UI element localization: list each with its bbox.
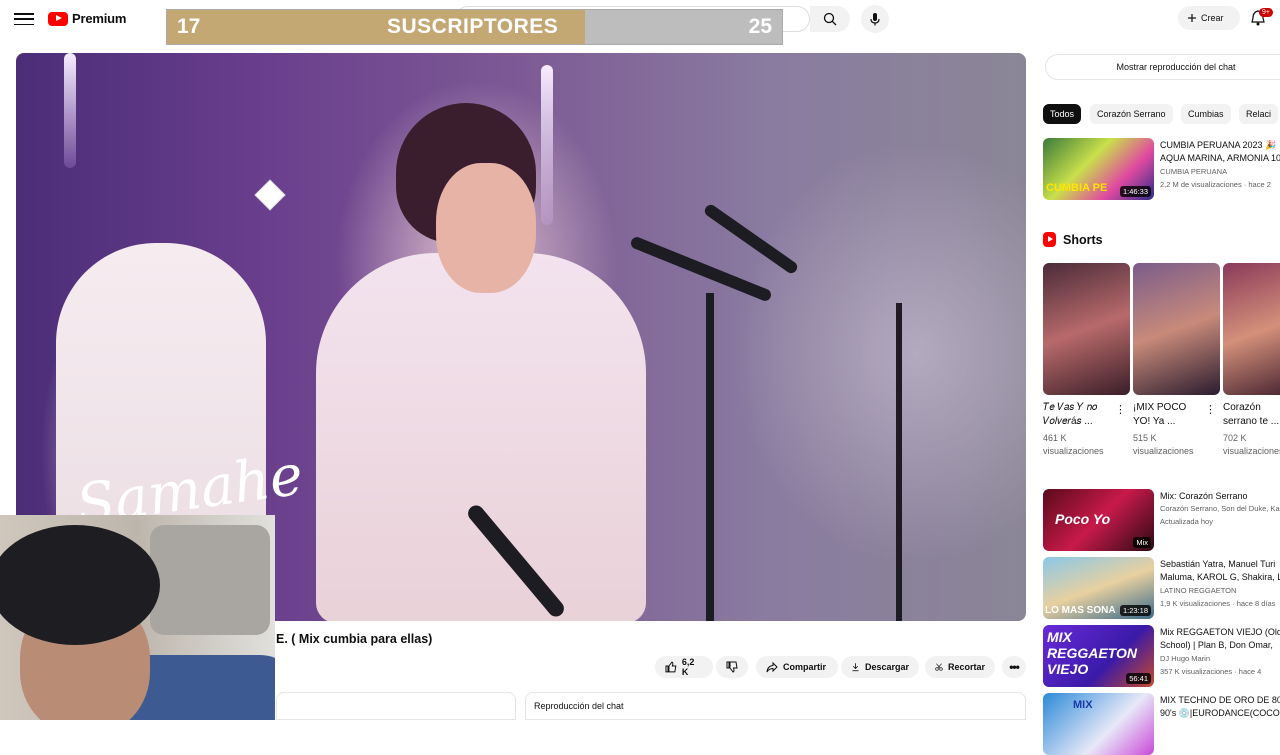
- short-title[interactable]: 𝑇𝑒 𝑉𝑎𝑠 𝑌 𝑛𝑜 𝑉𝑜𝑙𝑣𝑒𝑟á𝑠 ...: [1043, 401, 1121, 429]
- short-title[interactable]: Corazón serrano te ...: [1223, 401, 1280, 429]
- channel-name[interactable]: DJ Hugo Marin: [1160, 654, 1210, 663]
- thumbnail-text: MIX: [1073, 699, 1093, 711]
- search-button[interactable]: [810, 6, 850, 32]
- thumbnail-text: Poco Yo: [1055, 511, 1111, 527]
- short-views: 702 K visualizaciones: [1223, 433, 1280, 456]
- logo-text: Premium: [72, 11, 127, 26]
- thumbnail-text: CUMBIA PE: [1046, 182, 1108, 194]
- video-title[interactable]: MIX TECHNO DE ORO DE 80's 90's 💿|EURODAN…: [1160, 694, 1280, 720]
- chat-replay-panel[interactable]: Reproducción del chat: [525, 692, 1026, 720]
- clip-button[interactable]: Recortar: [925, 656, 995, 678]
- video-thumbnail[interactable]: CUMBIA PE 1:46:33: [1043, 138, 1154, 200]
- video-thumbnail[interactable]: LO MAS SONA 1:23:18: [1043, 557, 1154, 619]
- dislike-button[interactable]: [716, 656, 748, 678]
- mic-stand: [896, 303, 902, 621]
- video-title[interactable]: Mix: Corazón Serrano: [1160, 490, 1280, 503]
- short-title[interactable]: ¡MIX POCO YO! Ya ...: [1133, 401, 1211, 429]
- description-panel[interactable]: [276, 692, 516, 720]
- subscriber-goal-overlay: 17 SUSCRIPTORES 25: [166, 9, 783, 45]
- shorts-icon: [1043, 232, 1056, 247]
- shorts-heading-label: Shorts: [1063, 232, 1103, 247]
- webcam-chair: [150, 525, 270, 635]
- video-meta: 2,2 M de visualizaciones · hace 2: [1160, 180, 1271, 189]
- video-thumbnail[interactable]: Poco Yo Mix: [1043, 489, 1154, 551]
- mic-stand: [706, 293, 714, 621]
- more-actions-button[interactable]: •••: [1002, 656, 1026, 678]
- youtube-play-icon: [48, 11, 68, 26]
- channel-name[interactable]: LATINO REGGAETON: [1160, 586, 1236, 595]
- short-thumbnail[interactable]: [1223, 263, 1280, 395]
- video-title[interactable]: CUMBIA PERUANA 2023 🎉 AQUA MARINA, ARMON…: [1160, 139, 1280, 165]
- video-meta: Actualizada hoy: [1160, 517, 1213, 526]
- show-chat-replay-button[interactable]: Mostrar reproducción del chat: [1045, 54, 1280, 80]
- notification-count-badge: 9+: [1259, 8, 1273, 17]
- short-item[interactable]: Corazón serrano te ... 702 K visualizaci…: [1223, 263, 1280, 458]
- video-duration: 56:41: [1126, 673, 1151, 684]
- video-thumbnail[interactable]: MIX REGGAETON VIEJO 56:41: [1043, 625, 1154, 687]
- short-views: 461 K visualizaciones: [1043, 433, 1104, 456]
- shorts-heading: Shorts: [1043, 232, 1103, 247]
- clip-label: Recortar: [947, 662, 985, 672]
- subscriber-goal-target: 25: [748, 15, 772, 38]
- chat-replay-label: Reproducción del chat: [534, 701, 624, 711]
- channel-name[interactable]: CUMBIA PERUANA: [1160, 167, 1227, 176]
- video-duration: 1:46:33: [1119, 186, 1151, 197]
- video-thumbnail[interactable]: MIX: [1043, 693, 1154, 755]
- thumbs-down-icon: [726, 661, 738, 673]
- thumbnail-text: MIX REGGAETON VIEJO: [1047, 629, 1137, 677]
- share-label: Compartir: [783, 662, 827, 672]
- recommended-video[interactable]: LO MAS SONA 1:23:18 Sebastián Yatra, Man…: [1043, 557, 1280, 619]
- video-meta: 357 K visualizaciones · hace 4: [1160, 667, 1262, 676]
- chip-related[interactable]: Relaci: [1239, 104, 1279, 124]
- channel-name[interactable]: Corazón Serrano, Son del Duke, Ka: [1160, 504, 1280, 513]
- download-label: Descargar: [864, 662, 909, 672]
- thumbnail-text: LO MAS SONA: [1045, 605, 1116, 616]
- short-more-icon[interactable]: ⋮: [1205, 403, 1216, 416]
- plus-icon: [1188, 14, 1196, 22]
- menu-icon[interactable]: [14, 10, 34, 28]
- create-button[interactable]: Crear: [1178, 6, 1240, 30]
- chip-corazon-serrano[interactable]: Corazón Serrano: [1090, 104, 1173, 124]
- subscriber-current-count: 17: [177, 15, 201, 38]
- create-label: Crear: [1201, 13, 1224, 23]
- short-item[interactable]: ¡MIX POCO YO! Ya ... 515 K visualizacion…: [1133, 263, 1220, 458]
- singer-face: [436, 163, 536, 293]
- subscriber-goal-label: SUSCRIPTORES: [387, 15, 559, 38]
- mix-badge: Mix: [1133, 537, 1151, 548]
- voice-search-button[interactable]: [861, 5, 889, 33]
- video-title[interactable]: Sebastián Yatra, Manuel Turi Maluma, KAR…: [1160, 558, 1280, 584]
- share-icon: [766, 661, 778, 673]
- download-button[interactable]: Descargar: [841, 656, 919, 678]
- short-views: 515 K visualizaciones: [1133, 433, 1194, 456]
- short-thumbnail[interactable]: [1043, 263, 1130, 395]
- scissors-icon: [935, 663, 943, 671]
- share-button[interactable]: Compartir: [756, 656, 838, 678]
- video-meta: 1,9 K visualizaciones · hace 8 días: [1160, 599, 1276, 608]
- video-title[interactable]: Mix REGGAETON VIEJO (Old School) | Plan …: [1160, 626, 1280, 652]
- video-duration: 1:23:18: [1119, 605, 1151, 616]
- short-item[interactable]: 𝑇𝑒 𝑉𝑎𝑠 𝑌 𝑛𝑜 𝑉𝑜𝑙𝑣𝑒𝑟á𝑠 ... 461 K visualiza…: [1043, 263, 1130, 458]
- recommended-mix[interactable]: Poco Yo Mix Mix: Corazón Serrano Corazón…: [1043, 489, 1280, 551]
- like-button[interactable]: 6,2 K: [655, 656, 713, 678]
- chip-all[interactable]: Todos: [1043, 104, 1082, 124]
- microphone-icon: [870, 13, 880, 26]
- microphone: [702, 202, 800, 276]
- search-icon: [823, 12, 837, 26]
- chip-cumbias[interactable]: Cumbias: [1181, 104, 1231, 124]
- stage-light: [541, 65, 553, 225]
- recommended-video[interactable]: CUMBIA PE 1:46:33 CUMBIA PERUANA 2023 🎉 …: [1043, 138, 1280, 200]
- stage-light: [64, 53, 76, 168]
- recommended-video[interactable]: MIX REGGAETON VIEJO 56:41 Mix REGGAETON …: [1043, 625, 1280, 687]
- youtube-premium-logo[interactable]: Premium: [48, 11, 126, 26]
- recommended-video[interactable]: MIX MIX TECHNO DE ORO DE 80's 90's 💿|EUR…: [1043, 693, 1280, 755]
- singer-center: [316, 253, 646, 621]
- thumbs-up-icon: [665, 661, 677, 673]
- more-icon: •••: [1009, 660, 1020, 674]
- short-thumbnail[interactable]: [1133, 263, 1220, 395]
- webcam-overlay: [0, 515, 275, 720]
- download-icon: [852, 663, 859, 672]
- video-title: E. ( Mix cumbia para ellas): [276, 632, 433, 646]
- like-count: 6,2 K: [681, 657, 695, 677]
- short-more-icon[interactable]: ⋮: [1115, 403, 1126, 416]
